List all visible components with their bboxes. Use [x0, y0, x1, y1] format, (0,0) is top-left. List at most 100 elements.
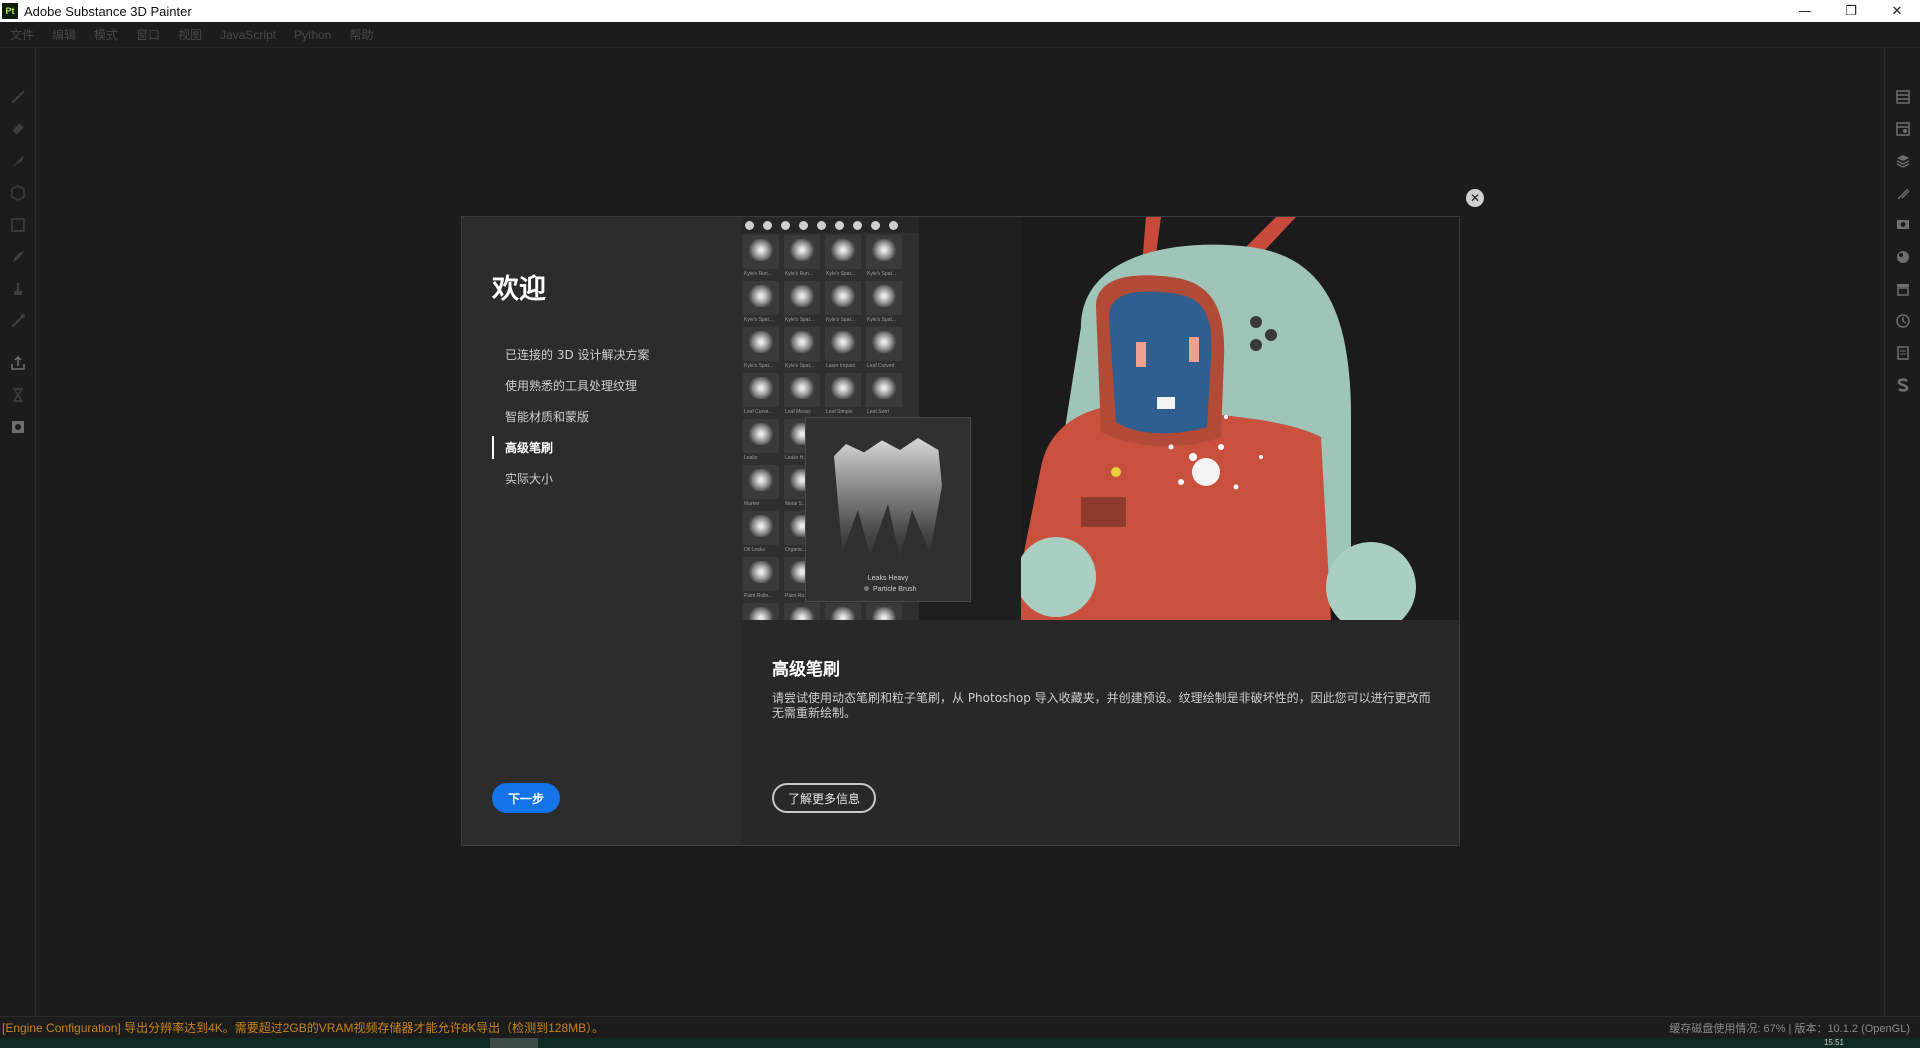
picker-icon[interactable] [9, 312, 27, 330]
brush-thumbnail[interactable] [743, 235, 779, 269]
smudge-icon[interactable] [9, 248, 27, 266]
brush-label: Kyle's Spat... [744, 363, 774, 369]
clone-icon[interactable] [9, 280, 27, 298]
polygon-fill-icon[interactable] [9, 216, 27, 234]
brush-thumbnail[interactable] [825, 603, 861, 620]
properties-icon[interactable] [1894, 184, 1912, 202]
brush-thumbnail[interactable] [743, 557, 779, 591]
brush-label: Leaf Messy [785, 409, 811, 415]
display-settings-icon[interactable] [1894, 216, 1912, 234]
nav-item-actual-size[interactable]: 实际大小 [492, 463, 722, 494]
brush-thumbnail[interactable] [743, 419, 779, 453]
taskbar-clock: 15:51 [1823, 1038, 1844, 1047]
brush-thumbnail[interactable] [784, 373, 820, 407]
menu-javascript[interactable]: JavaScript [220, 28, 276, 42]
menu-help[interactable]: 帮助 [349, 26, 373, 43]
dialog-close-button[interactable]: ✕ [1466, 189, 1484, 207]
status-bar: [Engine Configuration] 导出分辨率达到4K。需要超过2GB… [0, 1016, 1920, 1038]
brush-thumbnail[interactable] [743, 327, 779, 361]
brush-filter-icon [817, 220, 826, 230]
brush-stroke-preview [747, 515, 775, 537]
brush-thumbnail[interactable] [825, 327, 861, 361]
history-icon[interactable] [1894, 312, 1912, 330]
projection-icon[interactable] [9, 152, 27, 170]
brush-label: Leaf Swirl [867, 409, 889, 415]
brush-label: Metal S... [785, 501, 807, 507]
menu-view[interactable]: 视图 [178, 26, 202, 43]
filter-icon [853, 220, 862, 230]
brush-thumbnail[interactable] [825, 235, 861, 269]
taskbar-app-item[interactable] [490, 1038, 538, 1048]
eraser-icon[interactable] [9, 120, 27, 138]
hero-image: Kyle's Run... Kyle's Run... Kyle's Spat...… [741, 217, 1459, 620]
brush-stroke-preview [829, 607, 857, 620]
next-button[interactable]: 下一步 [492, 783, 560, 813]
right-toolbar [1884, 48, 1920, 1016]
brush-thumbnail[interactable] [866, 235, 902, 269]
brush-label: Organic... [785, 547, 807, 553]
brush-label: Kyle's Run... [744, 271, 772, 277]
brush-label: Kyle's Spat... [744, 317, 774, 323]
brush-label: Kyle's Spat... [826, 271, 856, 277]
nav-item-familiar-tools[interactable]: 使用熟悉的工具处理纹理 [492, 370, 722, 401]
brush-stroke-preview [870, 377, 898, 399]
close-window-button[interactable]: ✕ [1874, 0, 1920, 22]
brush-thumbnail[interactable] [743, 465, 779, 499]
brush-label: Kyle's Spat... [785, 363, 815, 369]
brush-thumbnail[interactable] [784, 281, 820, 315]
feature-title: 高级笔刷 [772, 660, 840, 680]
brush-thumbnail[interactable] [866, 373, 902, 407]
brush-icon[interactable] [9, 88, 27, 106]
window-title: Adobe Substance 3D Painter [24, 3, 192, 19]
brush-thumbnail[interactable] [784, 603, 820, 620]
brush-thumbnail[interactable] [825, 373, 861, 407]
menu-window[interactable]: 窗口 [136, 26, 160, 43]
brush-thumbnail[interactable] [825, 281, 861, 315]
brush-stroke-preview [788, 239, 816, 261]
filter-icon [781, 220, 790, 230]
minimize-button[interactable]: — [1782, 0, 1828, 22]
nav-item-advanced-brushes[interactable]: 高级笔刷 [492, 432, 722, 463]
layers-icon[interactable] [1894, 152, 1912, 170]
log-icon[interactable] [1894, 344, 1912, 362]
brush-thumbnail[interactable] [743, 511, 779, 545]
menu-file[interactable]: 文件 [10, 26, 34, 43]
learn-more-button[interactable]: 了解更多信息 [772, 783, 876, 813]
restore-button[interactable]: ❐ [1828, 0, 1874, 22]
texture-set-list-icon[interactable] [1894, 88, 1912, 106]
brush-thumbnail[interactable] [743, 603, 779, 620]
bake-icon[interactable] [9, 386, 27, 404]
nav-item-connected-3d[interactable]: 已连接的 3D 设计解决方案 [492, 339, 722, 370]
brush-stroke-preview [747, 561, 775, 583]
brush-stroke-preview [747, 377, 775, 399]
nav-item-smart-materials[interactable]: 智能材质和蒙版 [492, 401, 722, 432]
brush-label: Kyle's Spat... [867, 271, 897, 277]
geometry-mask-icon[interactable] [9, 184, 27, 202]
screenshot-icon[interactable] [9, 418, 27, 436]
menu-mode[interactable]: 模式 [94, 26, 118, 43]
assets-icon[interactable] [1894, 280, 1912, 298]
brush-label: Oil Leaks [744, 547, 765, 553]
menu-python[interactable]: Python [294, 28, 331, 42]
brush-thumbnail[interactable] [784, 235, 820, 269]
brush-stroke-preview [829, 377, 857, 399]
shader-settings-icon[interactable] [1894, 248, 1912, 266]
brush-thumbnail[interactable] [743, 373, 779, 407]
brush-filter-toolbar [741, 217, 919, 233]
brush-preview-image [834, 438, 942, 558]
brush-thumbnail[interactable] [784, 327, 820, 361]
menu-edit[interactable]: 编辑 [52, 26, 76, 43]
robot-render-image [1021, 217, 1459, 620]
brush-thumbnail[interactable] [743, 281, 779, 315]
brush-thumbnail[interactable] [866, 603, 902, 620]
substance-icon[interactable] [1894, 376, 1912, 394]
export-icon[interactable] [9, 354, 27, 372]
brush-stroke-preview [747, 469, 775, 491]
brush-label: Kyle's Run... [785, 271, 813, 277]
texture-set-settings-icon[interactable] [1894, 120, 1912, 138]
brush-thumbnail[interactable] [866, 281, 902, 315]
brush-label: Leaks [744, 455, 758, 461]
brush-thumbnail[interactable] [866, 327, 902, 361]
os-taskbar: 15:51 [0, 1038, 1920, 1048]
engine-log-message[interactable]: [Engine Configuration] 导出分辨率达到4K。需要超过2GB… [2, 1019, 604, 1036]
